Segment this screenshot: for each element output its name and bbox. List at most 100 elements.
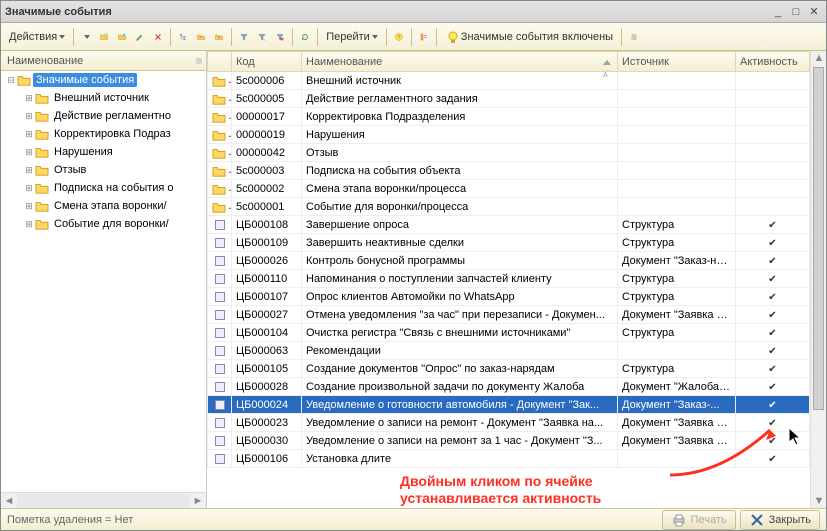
cell-activity[interactable]	[736, 72, 810, 90]
scroll-left-icon[interactable]: ◄	[1, 494, 17, 508]
cell-activity[interactable]	[736, 252, 810, 270]
scroll-thumb[interactable]	[813, 67, 824, 410]
status-indicator[interactable]: Значимые события включены	[441, 27, 617, 47]
table-row[interactable]: ЦБ000026Контроль бонусной программыДокум…	[208, 252, 810, 270]
table-row[interactable]: ЦБ000110Напоминания о поступлении запчас…	[208, 270, 810, 288]
expander-icon[interactable]: ⊞	[23, 93, 35, 104]
expander-icon[interactable]: ⊟	[5, 75, 17, 86]
refresh-button[interactable]	[297, 29, 313, 45]
table-row[interactable]: ЦБ000104Очистка регистра "Связь с внешни…	[208, 324, 810, 342]
filter3-button[interactable]	[272, 29, 288, 45]
table-row[interactable]: 00000017Корректировка Подразделения	[208, 108, 810, 126]
grid-vscroll[interactable]: ▲ ▼	[810, 51, 826, 508]
column-code[interactable]: Код	[232, 52, 302, 72]
cell-activity[interactable]	[736, 324, 810, 342]
cell-activity[interactable]	[736, 108, 810, 126]
close-window-button[interactable]: ✕	[806, 5, 822, 19]
cell-activity[interactable]	[736, 450, 810, 468]
tree-item[interactable]: ⊟Значимые события	[1, 71, 206, 89]
cell-icon	[208, 108, 232, 126]
column-name[interactable]: НаименованиеA	[302, 52, 618, 72]
expander-icon[interactable]: ⊞	[23, 183, 35, 194]
column-activity[interactable]: Активность	[736, 52, 810, 72]
cell-activity[interactable]	[736, 90, 810, 108]
tree-item[interactable]: ⊞Внешний источник	[1, 89, 206, 107]
cell-activity[interactable]	[736, 396, 810, 414]
table-row[interactable]: 5c000006Внешний источник	[208, 72, 810, 90]
expander-icon[interactable]: ⊞	[23, 219, 35, 230]
table-row[interactable]: ЦБ000109Завершить неактивные сделкиСтрук…	[208, 234, 810, 252]
tree-item[interactable]: ⊞Нарушения	[1, 143, 206, 161]
expander-icon[interactable]: ⊞	[23, 147, 35, 158]
table-row[interactable]: ЦБ000023Уведомление о записи на ремонт -…	[208, 414, 810, 432]
move-up-button[interactable]	[193, 29, 209, 45]
column-source[interactable]: Источник	[618, 52, 736, 72]
tree-item[interactable]: ⊞Подписка на события о	[1, 179, 206, 197]
expander-icon[interactable]: ⊞	[23, 111, 35, 122]
minimize-button[interactable]: _	[770, 5, 786, 19]
table-row[interactable]: 00000042Отзыв	[208, 144, 810, 162]
maximize-button[interactable]: □	[788, 5, 804, 19]
cell-activity[interactable]	[736, 288, 810, 306]
cell-activity[interactable]	[736, 234, 810, 252]
close-button[interactable]: Закрыть	[740, 510, 820, 530]
cell-activity[interactable]	[736, 378, 810, 396]
tree-item[interactable]: ⊞Действие регламентно	[1, 107, 206, 125]
cell-activity[interactable]	[736, 270, 810, 288]
cell-activity[interactable]	[736, 306, 810, 324]
delete-button[interactable]	[150, 29, 166, 45]
document-icon	[215, 400, 225, 410]
table-row[interactable]: ЦБ000027Отмена уведомления "за час" при …	[208, 306, 810, 324]
cell-activity[interactable]	[736, 342, 810, 360]
table-row[interactable]: ЦБ000105Создание документов "Опрос" по з…	[208, 360, 810, 378]
cell-activity[interactable]	[736, 198, 810, 216]
print-button[interactable]: Печать	[662, 510, 736, 530]
goto-menu[interactable]: Перейти	[322, 29, 382, 45]
tree-item[interactable]: ⊞Корректировка Подраз	[1, 125, 206, 143]
cell-activity[interactable]	[736, 180, 810, 198]
column-icon[interactable]	[208, 52, 232, 72]
scroll-right-icon[interactable]: ►	[190, 494, 206, 508]
expander-icon[interactable]: ⊞	[23, 165, 35, 176]
table-row[interactable]: 5c000003Подписка на события объекта	[208, 162, 810, 180]
cell-activity[interactable]	[736, 432, 810, 450]
table-row[interactable]: 5c000001Событие для воронки/процесса	[208, 198, 810, 216]
actions-menu[interactable]: Действия	[5, 29, 69, 45]
cell-activity[interactable]	[736, 144, 810, 162]
table-row[interactable]: 5c000005Действие регламентного задания	[208, 90, 810, 108]
table-row[interactable]: 5c000002Смена этапа воронки/процесса	[208, 180, 810, 198]
table-row[interactable]: ЦБ000030Уведомление о записи на ремонт з…	[208, 432, 810, 450]
list-config-button[interactable]	[626, 29, 642, 45]
scroll-up-icon[interactable]: ▲	[811, 51, 826, 65]
cell-activity[interactable]	[736, 216, 810, 234]
tree-item[interactable]: ⊞Смена этапа воронки/	[1, 197, 206, 215]
table-row[interactable]: 00000019Нарушения	[208, 126, 810, 144]
help-button[interactable]: ?	[391, 29, 407, 45]
edit-button[interactable]	[132, 29, 148, 45]
add-button[interactable]	[78, 29, 94, 45]
scroll-down-icon[interactable]: ▼	[811, 494, 826, 508]
hierarchy-button[interactable]	[175, 29, 191, 45]
tree-header[interactable]: Наименование	[1, 51, 206, 71]
copy-folder-button[interactable]	[114, 29, 130, 45]
filter2-button[interactable]	[254, 29, 270, 45]
tree-item[interactable]: ⊞Отзыв	[1, 161, 206, 179]
cell-activity[interactable]	[736, 360, 810, 378]
settings-button[interactable]	[416, 29, 432, 45]
move-down-button[interactable]	[211, 29, 227, 45]
expander-icon[interactable]: ⊞	[23, 129, 35, 140]
table-row[interactable]: ЦБ000063Рекомендации	[208, 342, 810, 360]
filter1-button[interactable]	[236, 29, 252, 45]
table-row[interactable]: ЦБ000106Установка длите	[208, 450, 810, 468]
table-row[interactable]: ЦБ000028Создание произвольной задачи по …	[208, 378, 810, 396]
cell-activity[interactable]	[736, 126, 810, 144]
table-row[interactable]: ЦБ000107Опрос клиентов Автомойки по What…	[208, 288, 810, 306]
tree-hscroll[interactable]: ◄ ►	[1, 492, 206, 508]
tree-item[interactable]: ⊞Событие для воронки/	[1, 215, 206, 233]
table-row[interactable]: ЦБ000108Завершение опросаСтруктура	[208, 216, 810, 234]
add-folder-button[interactable]	[96, 29, 112, 45]
table-row[interactable]: ЦБ000024Уведомление о готовности автомоб…	[208, 396, 810, 414]
expander-icon[interactable]: ⊞	[23, 201, 35, 212]
cell-activity[interactable]	[736, 162, 810, 180]
cell-activity[interactable]	[736, 414, 810, 432]
